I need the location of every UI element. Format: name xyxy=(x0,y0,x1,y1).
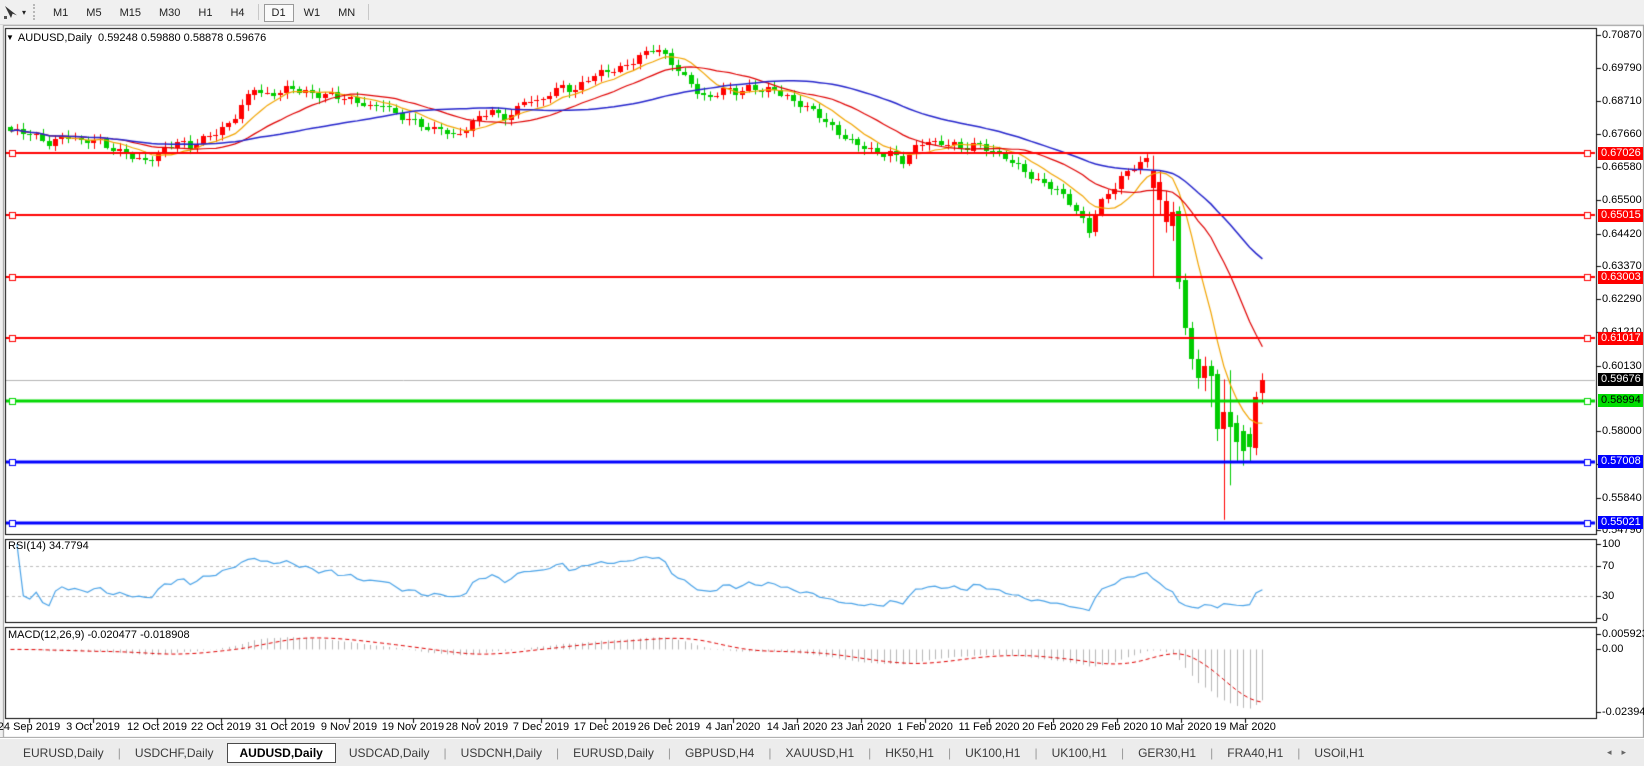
macd-axis-label: 0.00 xyxy=(1602,643,1644,656)
chart-tab-hk50-h1[interactable]: HK50,H1 xyxy=(872,743,947,763)
chart-tab-eurusd-daily[interactable]: EURUSD,Daily xyxy=(10,743,117,763)
chart-tab-eurusd-daily[interactable]: EURUSD,Daily xyxy=(560,743,667,763)
tab-separator: | xyxy=(556,746,559,760)
price-badge: 0.55021 xyxy=(1598,516,1643,529)
tabs-scroll-left-icon[interactable]: ◂ xyxy=(1607,747,1622,757)
cursor-tool-icon[interactable] xyxy=(3,3,21,21)
tab-separator: | xyxy=(668,746,671,760)
timeframe-button-h4[interactable]: H4 xyxy=(222,4,252,22)
rsi-axis-label: 100 xyxy=(1602,538,1644,551)
chart-tab-audusd-daily[interactable]: AUDUSD,Daily xyxy=(227,743,336,763)
toolbar-grip xyxy=(33,4,38,20)
chart-tab-gbpusd-h4[interactable]: GBPUSD,H4 xyxy=(672,743,767,763)
chart-tab-bar: EURUSD,Daily|USDCHF,DailyAUDUSD,DailyUSD… xyxy=(0,738,1644,766)
toolbar-separator xyxy=(368,4,369,20)
chart-tab-fra40-h1[interactable]: FRA40,H1 xyxy=(1214,743,1296,763)
tab-separator: | xyxy=(768,746,771,760)
price-tick-label: 0.70870 xyxy=(1602,29,1644,42)
macd-indicator-label: MACD(12,26,9) -0.020477 -0.018908 xyxy=(8,629,190,641)
chart-tabs: EURUSD,Daily|USDCHF,DailyAUDUSD,DailyUSD… xyxy=(10,743,1377,763)
price-badge: 0.63003 xyxy=(1598,271,1643,284)
timeframe-button-m1[interactable]: M1 xyxy=(45,4,76,22)
timeframe-button-m30[interactable]: M30 xyxy=(151,4,188,22)
price-badge: 0.61017 xyxy=(1598,332,1643,345)
price-tick-label: 0.64420 xyxy=(1602,228,1644,241)
tab-separator: | xyxy=(1121,746,1124,760)
price-tick-label: 0.62290 xyxy=(1602,293,1644,306)
macd-axis-label: 0.005923 xyxy=(1602,628,1644,641)
chart-tab-xauusd-h1[interactable]: XAUUSD,H1 xyxy=(772,743,867,763)
price-tick-label: 0.65500 xyxy=(1602,194,1644,207)
price-badge: 0.59676 xyxy=(1598,373,1643,386)
price-tick-label: 0.67660 xyxy=(1602,128,1644,141)
chart-tab-uk100-h1[interactable]: UK100,H1 xyxy=(1039,743,1120,763)
tab-separator: | xyxy=(1034,746,1037,760)
tab-separator: | xyxy=(444,746,447,760)
price-tick-label: 0.58000 xyxy=(1602,425,1644,438)
toolbar-separator xyxy=(258,4,259,20)
timeframe-toolbar: ▾ M1M5M15M30H1H4 D1W1MN xyxy=(0,0,1644,25)
chart-title: ▼ AUDUSD,Daily 0.59248 0.59880 0.58878 0.… xyxy=(6,32,266,44)
macd-axis-label: -0.023944 xyxy=(1602,706,1644,719)
chart-symbol-period: AUDUSD,Daily xyxy=(18,32,92,44)
tab-separator: | xyxy=(868,746,871,760)
chart-tab-usdcnh-daily[interactable]: USDCNH,Daily xyxy=(448,743,555,763)
timeframe-button-d1[interactable]: D1 xyxy=(264,4,294,22)
price-badge: 0.57008 xyxy=(1598,455,1643,468)
timeframe-button-mn[interactable]: MN xyxy=(330,4,363,22)
rsi-axis-label: 30 xyxy=(1602,590,1644,603)
price-badge: 0.58994 xyxy=(1598,394,1643,407)
rsi-axis-label: 70 xyxy=(1602,560,1644,573)
tab-separator: | xyxy=(948,746,951,760)
tab-separator: | xyxy=(1297,746,1300,760)
price-tick-label: 0.60130 xyxy=(1602,360,1644,373)
tab-separator: | xyxy=(118,746,121,760)
chart-tab-usoil-h1[interactable]: USOil,H1 xyxy=(1301,743,1377,763)
timeframe-button-m5[interactable]: M5 xyxy=(78,4,109,22)
price-badge: 0.67026 xyxy=(1598,147,1643,160)
trading-terminal: ▾ M1M5M15M30H1H4 D1W1MN ▼ AUDUSD,Daily 0.5… xyxy=(0,0,1644,766)
price-tick-label: 0.69790 xyxy=(1602,62,1644,75)
chart-dropdown-icon[interactable]: ▼ xyxy=(6,33,14,42)
timeframe-button-h1[interactable]: H1 xyxy=(190,4,220,22)
tabs-scroll-right-icon[interactable]: ▸ xyxy=(1621,747,1636,757)
price-tick-label: 0.66580 xyxy=(1602,161,1644,174)
price-tick-label: 0.55840 xyxy=(1602,492,1644,505)
price-badge: 0.65015 xyxy=(1598,209,1643,222)
chart-tab-usdcad-daily[interactable]: USDCAD,Daily xyxy=(336,743,443,763)
chart-tab-ger30-h1[interactable]: GER30,H1 xyxy=(1125,743,1209,763)
chart-tab-usdchf-daily[interactable]: USDCHF,Daily xyxy=(122,743,227,763)
rsi-indicator-label: RSI(14) 34.7794 xyxy=(8,540,89,552)
tool-dropdown-icon[interactable]: ▾ xyxy=(22,8,26,17)
rsi-axis-label: 0 xyxy=(1602,612,1644,625)
price-tick-label: 0.68710 xyxy=(1602,95,1644,108)
timeframe-buttons: M1M5M15M30H1H4 D1W1MN xyxy=(44,3,373,21)
timeframe-button-w1[interactable]: W1 xyxy=(296,4,329,22)
timeframe-button-m15[interactable]: M15 xyxy=(112,4,149,22)
chart-ohlc: 0.59248 0.59880 0.58878 0.59676 xyxy=(98,32,266,44)
tab-separator: | xyxy=(1210,746,1213,760)
date-tick-label: 19 Mar 2020 xyxy=(1205,721,1285,734)
chart-tab-uk100-h1[interactable]: UK100,H1 xyxy=(952,743,1033,763)
